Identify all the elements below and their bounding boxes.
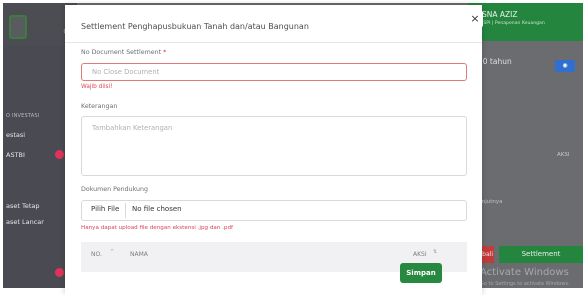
activate-windows-watermark: Activate Windows xyxy=(480,267,569,278)
th-no[interactable]: NO. xyxy=(91,251,102,258)
user-role: S | SPI | Penapenan Keuangan xyxy=(476,21,545,26)
th-aksi: AKSI xyxy=(413,251,427,258)
sort-icon[interactable]: ^ xyxy=(110,249,114,255)
save-button[interactable]: Simpan xyxy=(400,263,442,283)
file-status: No file chosen xyxy=(132,205,182,213)
dokumen-label: Dokumen Pendukung xyxy=(81,186,149,193)
file-hint: Hanya dapat upload file dengan ekstensi … xyxy=(81,225,233,231)
view-button[interactable]: ◉ xyxy=(555,60,575,72)
modal-title: Settlement Penghapusbukuan Tanah dan/ata… xyxy=(81,22,309,31)
aksi-column-header: AKSI xyxy=(557,152,570,158)
notification-badge xyxy=(55,268,64,277)
required-mark: * xyxy=(163,49,167,56)
keterangan-textarea[interactable] xyxy=(81,116,467,176)
sidebar-section-label: O INVESTASI xyxy=(6,113,40,119)
file-divider xyxy=(125,203,126,218)
choose-file-button[interactable]: Pilih File xyxy=(91,205,119,213)
sidebar-item-investasi[interactable]: estasi xyxy=(6,131,25,139)
doc-number-input[interactable] xyxy=(81,63,467,81)
sort-icon[interactable]: ⇅ xyxy=(433,249,437,255)
settlement-button[interactable]: Settlement xyxy=(499,246,583,263)
th-nama[interactable]: NAMA xyxy=(130,251,148,258)
sidebar-item-aset-lancar[interactable]: aset Lancar xyxy=(6,218,44,226)
modal-divider xyxy=(65,42,482,43)
notification-badge xyxy=(55,150,64,159)
activate-windows-subtext: Go to Settings to activate Windows. xyxy=(480,281,570,287)
app-logo xyxy=(9,15,27,39)
age-value: 20 tahun xyxy=(478,57,512,66)
doc-number-label: No Document Settlement * xyxy=(81,49,167,56)
close-icon[interactable]: × xyxy=(467,11,483,27)
doc-number-error: Wajib diisi! xyxy=(81,84,113,90)
user-name: SNA AZIZ xyxy=(482,10,518,19)
keterangan-label: Keterangan xyxy=(81,103,118,110)
sidebar-item-aset-tetap[interactable]: aset Tetap xyxy=(6,202,40,210)
sidebar-item-astbi[interactable]: ASTBI xyxy=(6,151,25,159)
